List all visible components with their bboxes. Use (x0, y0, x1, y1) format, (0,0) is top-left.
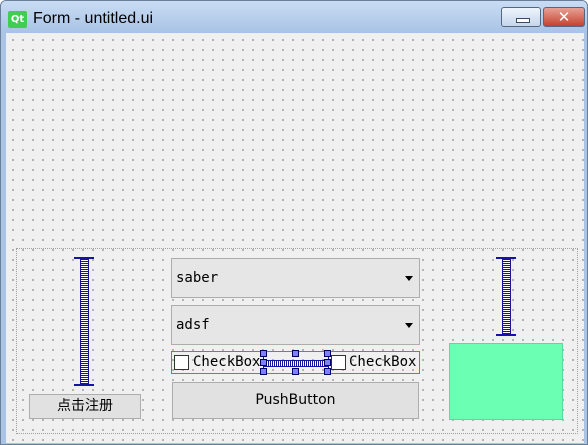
checkbox-2[interactable] (331, 355, 346, 370)
combo-value: adsf (176, 317, 210, 333)
minimize-icon (516, 18, 530, 23)
checkbox-2-label: CheckBox (349, 354, 417, 370)
spacer-coil (80, 259, 89, 384)
form-canvas[interactable]: 点击注册 saber adsf CheckBox CheckBox PushBu… (6, 33, 584, 443)
selection-handle[interactable] (324, 368, 331, 375)
chevron-down-icon[interactable] (405, 276, 413, 281)
close-button[interactable]: ✕ (543, 7, 585, 27)
combo-box-adsf[interactable]: adsf (171, 305, 420, 345)
spacer-coil (264, 360, 328, 367)
selection-handle[interactable] (292, 368, 299, 375)
green-frame[interactable] (449, 343, 563, 420)
minimize-button[interactable] (501, 7, 541, 27)
vertical-spacer-left[interactable] (74, 257, 94, 386)
selection-handle[interactable] (260, 359, 267, 366)
push-button[interactable]: PushButton (172, 382, 419, 419)
spacer-cap-bottom (74, 384, 94, 386)
designer-form-window: Qt Form - untitled.ui ✕ 点击注册 saber adsf … (0, 0, 588, 445)
close-icon: ✕ (557, 8, 571, 26)
chevron-down-icon[interactable] (405, 323, 413, 328)
spacer-cap-bottom (496, 334, 516, 336)
selection-handle[interactable] (324, 350, 331, 357)
register-button[interactable]: 点击注册 (29, 394, 141, 419)
vertical-spacer-right[interactable] (496, 257, 516, 336)
title-bar[interactable]: Qt Form - untitled.ui ✕ (1, 1, 587, 33)
selection-handle[interactable] (260, 368, 267, 375)
checkbox-1[interactable] (174, 355, 189, 370)
qt-logo-icon: Qt (8, 11, 27, 28)
spacer-coil (502, 259, 511, 334)
selection-handle[interactable] (292, 350, 299, 357)
window-title: Form - untitled.ui (33, 10, 154, 27)
selection-handle[interactable] (324, 359, 331, 366)
checkbox-1-label: CheckBox (193, 354, 261, 370)
combo-value: saber (176, 270, 219, 286)
combo-box-saber[interactable]: saber (171, 258, 420, 298)
selection-handle[interactable] (260, 350, 267, 357)
